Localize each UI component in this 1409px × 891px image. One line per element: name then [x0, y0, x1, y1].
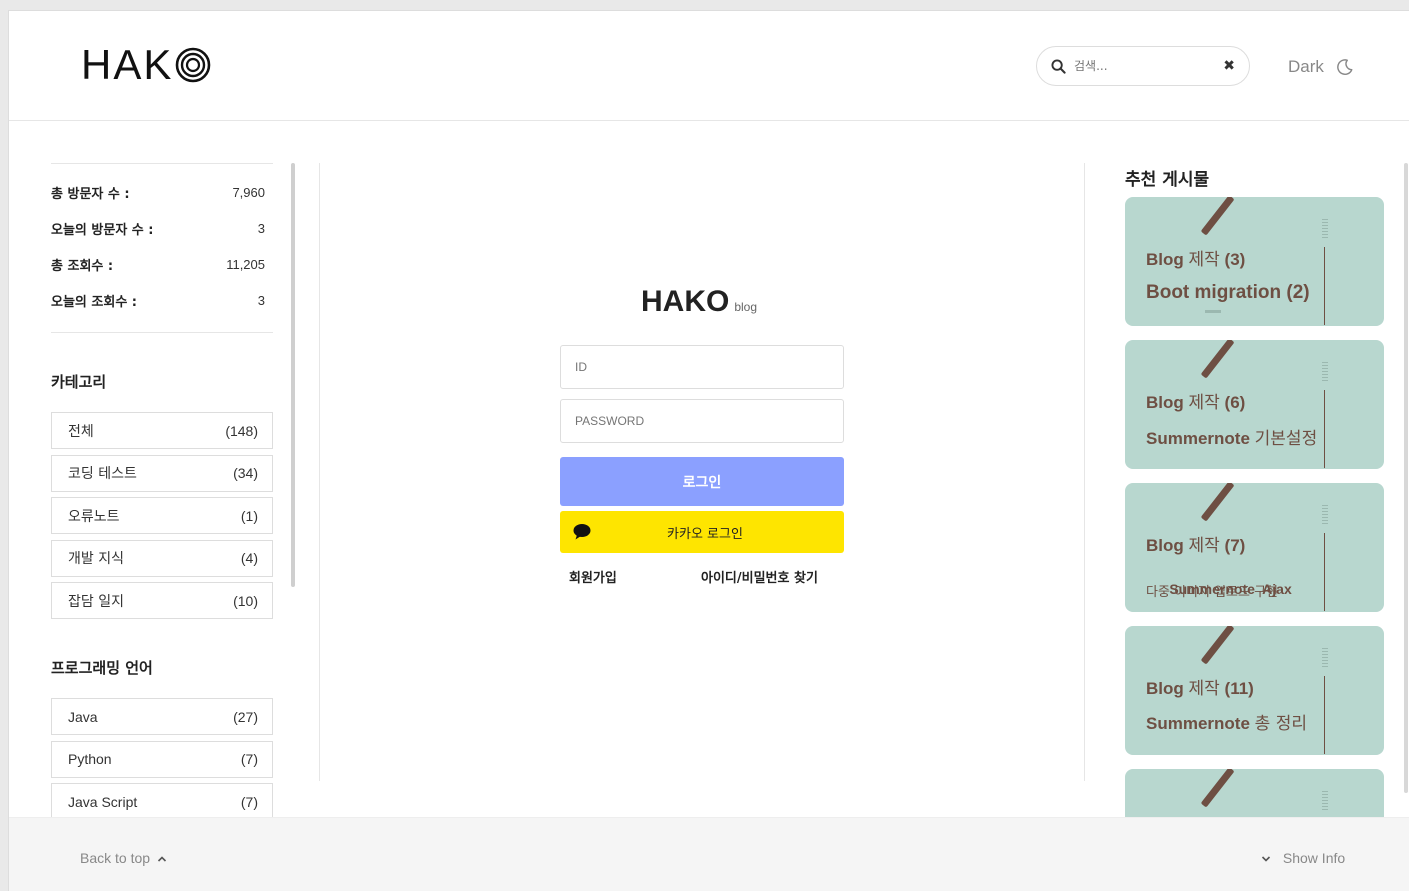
card-divider	[1324, 247, 1325, 325]
stat-total-views: 총 조회수 : 11,205	[51, 256, 265, 274]
card-footnote	[1205, 310, 1221, 313]
show-info-link[interactable]: Show Info	[1261, 850, 1345, 866]
pen-icon	[1200, 483, 1235, 522]
stat-today-visitors: 오늘의 방문자 수 : 3	[51, 220, 265, 238]
signup-link[interactable]: 회원가입	[569, 567, 617, 586]
search-icon	[1051, 58, 1066, 74]
pen-icon	[1200, 197, 1235, 236]
divider-right	[1084, 163, 1085, 781]
theme-label: Dark	[1288, 57, 1324, 76]
pen-icon	[1200, 626, 1235, 665]
recommended-card[interactable]: Blog 제작 (11) Summernote 총 정리	[1125, 626, 1384, 755]
card-side-text	[1322, 219, 1328, 239]
card-subtitle: Boot migration (2)	[1146, 282, 1310, 303]
speech-bubble-icon	[573, 524, 591, 540]
kakao-login-button[interactable]: 카카오 로그인	[560, 511, 844, 553]
divider-left	[319, 163, 320, 781]
header: HAK ✖ Dark	[9, 11, 1409, 121]
recommended-card[interactable]: Blog 제작 (6) Summernote 기본설정	[1125, 340, 1384, 469]
page: HAK ✖ Dark 총 방문자 수 :	[8, 10, 1409, 891]
login-button[interactable]: 로그인	[560, 457, 844, 506]
card-divider	[1324, 533, 1325, 611]
language-item-python[interactable]: Python (7)	[51, 740, 273, 778]
logo-rings-icon	[176, 47, 211, 83]
login-brand: HAKO blog	[641, 285, 758, 318]
card-title: Blog 제작 (11)	[1146, 679, 1254, 699]
stat-total-visitors: 총 방문자 수 : 7,960	[51, 184, 265, 202]
find-account-link[interactable]: 아이디/비밀번호 찾기	[701, 567, 818, 586]
card-subtitle: Summernote 총 정리	[1146, 714, 1307, 734]
card-title: Blog 제작 (3)	[1146, 250, 1246, 270]
back-to-top-link[interactable]: Back to top	[80, 850, 167, 866]
card-subtitle: Summernote 기본설정	[1146, 429, 1318, 449]
card-side-text	[1322, 362, 1328, 382]
category-item-error-note[interactable]: 오류노트 (1)	[51, 497, 273, 534]
logo-text: HAK	[81, 41, 174, 88]
card-title: Blog 제작 (7)	[1146, 536, 1246, 556]
recommended-scrollbar[interactable]	[1404, 163, 1408, 793]
search-input[interactable]	[1074, 59, 1204, 73]
pen-icon	[1200, 340, 1235, 379]
category-title: 카테고리	[51, 373, 107, 391]
footer: Back to top Show Info	[9, 817, 1409, 891]
category-item-coding-test[interactable]: 코딩 테스트 (34)	[51, 454, 273, 492]
card-side-text	[1322, 648, 1328, 668]
language-item-java[interactable]: Java (27)	[51, 698, 273, 735]
chevron-down-icon	[1261, 856, 1271, 862]
card-title: Blog 제작 (6)	[1146, 393, 1246, 413]
language-item-javascript[interactable]: Java Script (7)	[51, 783, 273, 820]
category-item-dev-knowledge[interactable]: 개발 지식 (4)	[51, 539, 273, 577]
moon-icon	[1337, 59, 1353, 76]
category-item-diary[interactable]: 잡담 일지 (10)	[51, 582, 273, 619]
sidebar-scrollbar[interactable]	[291, 163, 295, 587]
card-side-text	[1322, 791, 1328, 811]
category-item-all[interactable]: 전체 (148)	[51, 412, 273, 449]
card-divider	[1324, 676, 1325, 754]
search-box[interactable]: ✖	[1036, 46, 1250, 86]
id-input[interactable]	[560, 345, 844, 389]
card-divider	[1324, 390, 1325, 468]
pen-icon	[1200, 769, 1235, 808]
theme-toggle[interactable]: Dark	[1288, 57, 1354, 77]
recommended-card[interactable]: Blog 제작 (7) Summernote Ajax 다중 이미지 업로드 구…	[1125, 483, 1384, 612]
site-logo[interactable]: HAK	[81, 41, 211, 89]
card-subtitle-2: 다중 이미지 업로드 구현	[1146, 585, 1278, 600]
stat-today-views: 오늘의 조회수 : 3	[51, 292, 265, 310]
language-title: 프로그래밍 언어	[51, 659, 153, 677]
recommended-title: 추천 게시물	[1125, 170, 1210, 190]
close-icon[interactable]: ✖	[1223, 58, 1235, 74]
chevron-up-icon	[157, 856, 167, 862]
left-sidebar: 총 방문자 수 : 7,960 오늘의 방문자 수 : 3 총 조회수 : 11…	[51, 163, 273, 823]
password-input[interactable]	[560, 399, 844, 443]
recommended-card[interactable]: Blog 제작 (3) Boot migration (2)	[1125, 197, 1384, 326]
visitor-stats: 총 방문자 수 : 7,960 오늘의 방문자 수 : 3 총 조회수 : 11…	[51, 163, 273, 333]
card-side-text	[1322, 505, 1328, 525]
